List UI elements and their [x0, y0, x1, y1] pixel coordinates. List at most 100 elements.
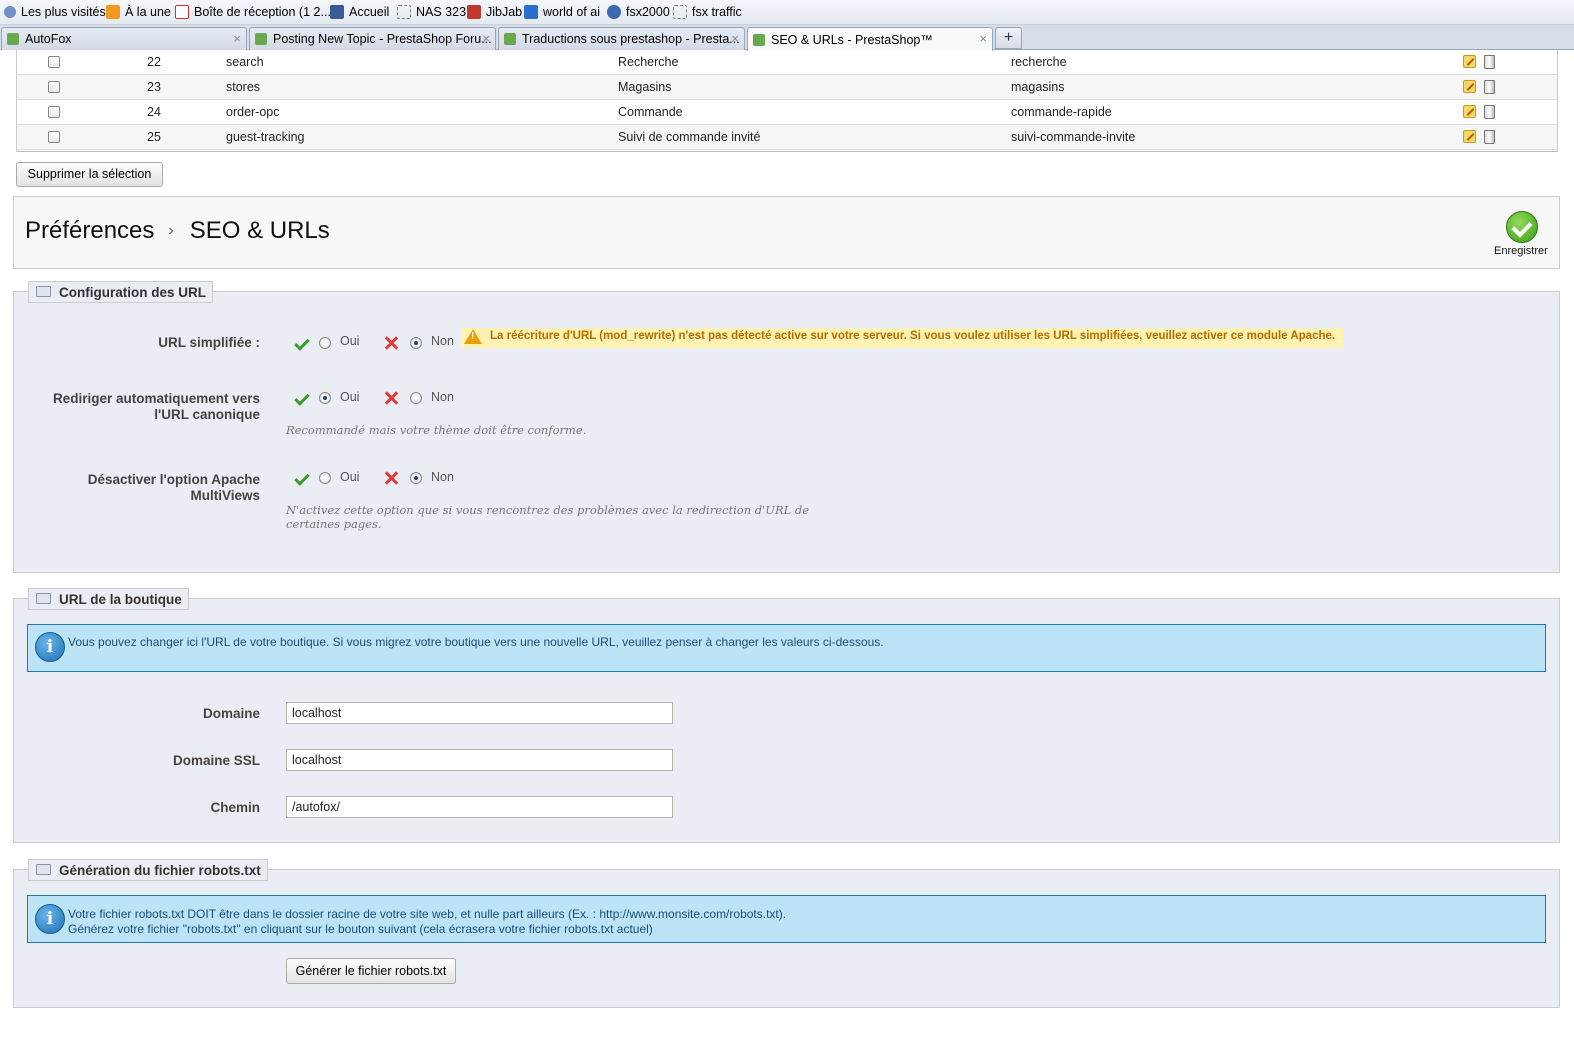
fsx-icon [607, 5, 621, 19]
table-row: 23 stores Magasins magasins [17, 75, 1557, 100]
row-page: stores [226, 80, 261, 94]
table-row: 24 order-opc Commande commande-rapide [17, 100, 1557, 125]
edit-icon[interactable] [1463, 80, 1476, 93]
path-label: Chemin [210, 800, 260, 815]
keyboard-icon [36, 286, 51, 297]
url-config-fieldset: Configuration des URL URL simplifiée : O… [13, 281, 1560, 573]
delete-icon[interactable] [1484, 105, 1495, 119]
row-checkbox[interactable] [48, 56, 60, 68]
tab-autofox[interactable]: AutoFox × [1, 27, 247, 50]
shop-url-info-box: i Vous pouvez changer ici l'URL de votre… [27, 624, 1546, 672]
facebook-icon [330, 5, 344, 19]
canonical-radio-yes[interactable] [319, 392, 331, 404]
new-tab-button[interactable]: + [995, 27, 1022, 49]
row-rewrite: suivi-commande-invite [1011, 130, 1136, 144]
ssl-domain-input[interactable]: localhost [286, 749, 673, 771]
canonical-radio-no[interactable] [410, 392, 422, 404]
radio-label-no: Non [431, 390, 454, 404]
row-title: Commande [618, 105, 683, 119]
generate-robots-button[interactable]: Générer le fichier robots.txt [286, 958, 456, 984]
bookmark-accueil[interactable]: Accueil [330, 4, 389, 20]
bookmarks-toolbar: Les plus visités À la une Boîte de récep… [0, 0, 1574, 25]
no-cross-icon [384, 336, 398, 350]
bookmark-gmail[interactable]: Boîte de réception (1 2... [175, 4, 331, 20]
meta-table: 22 search Recherche recherche 23 stores … [16, 50, 1558, 152]
row-page: order-opc [226, 105, 280, 119]
row-page: search [226, 55, 264, 69]
url-config-legend: Configuration des URL [28, 281, 213, 303]
multiviews-radio-no[interactable] [410, 472, 422, 484]
page-title: SEO & URLs [189, 217, 330, 244]
no-cross-icon [384, 471, 398, 485]
radio-label-no: Non [431, 470, 454, 484]
row-id: 23 [147, 80, 161, 94]
close-tab-icon[interactable]: × [979, 31, 987, 46]
bookmark-fsx2000[interactable]: fsx2000 [607, 4, 670, 20]
canonical-hint: Recommandé mais votre thème doit être co… [286, 423, 587, 437]
keyboard-icon [36, 593, 51, 604]
most-visited-icon [4, 6, 16, 18]
gmail-icon [175, 5, 189, 19]
page-header: Préférences › SEO & URLs Enregistrer [13, 196, 1560, 269]
robots-fieldset: Génération du fichier robots.txt i Votre… [13, 859, 1560, 1008]
multiviews-label: Désactiver l'option Apache MultiViews [87, 472, 260, 503]
edit-icon[interactable] [1463, 105, 1476, 118]
mod-rewrite-warning: La réécriture d'URL (mod_rewrite) n'est … [461, 328, 1344, 348]
yes-check-icon [294, 335, 310, 351]
friendly-url-radio-yes[interactable] [319, 337, 331, 349]
delete-icon[interactable] [1484, 55, 1495, 69]
radio-label-yes: Oui [340, 470, 360, 484]
bookmark-fsx-traffic[interactable]: fsx traffic [673, 4, 742, 20]
no-cross-icon [384, 391, 398, 405]
robots-info-box: i Votre fichier robots.txt DOIT être dan… [27, 895, 1546, 943]
friendly-url-radio-no[interactable] [410, 337, 422, 349]
close-tab-icon[interactable]: × [731, 31, 739, 46]
tab-traductions[interactable]: Traductions sous prestashop - Presta... × [498, 27, 745, 50]
prestashop-favicon-icon [255, 33, 267, 45]
bookmark-jibjab[interactable]: JibJab [467, 4, 522, 20]
flag-icon [524, 5, 538, 19]
radio-label-yes: Oui [340, 334, 360, 348]
path-input[interactable]: /autofox/ [286, 796, 673, 818]
ssl-domain-label: Domaine SSL [172, 753, 260, 768]
shop-url-info-text: Vous pouvez changer ici l'URL de votre b… [68, 635, 884, 649]
tab-seo-urls[interactable]: SEO & URLs - PrestaShop™ × [747, 27, 993, 51]
robots-info-text: Votre fichier robots.txt DOIT être dans … [68, 907, 787, 936]
delete-icon[interactable] [1484, 80, 1495, 94]
shop-url-fieldset: URL de la boutique i Vous pouvez changer… [13, 588, 1560, 843]
bookmark-nas[interactable]: NAS 323 [397, 4, 466, 20]
yes-check-icon [294, 470, 310, 486]
canonical-label: Rediriger automatiquement vers l'URL cano… [52, 391, 260, 422]
save-check-icon[interactable] [1506, 211, 1538, 243]
delete-icon[interactable] [1484, 130, 1495, 144]
row-checkbox[interactable] [48, 106, 60, 118]
edit-icon[interactable] [1463, 130, 1476, 143]
close-tab-icon[interactable]: × [482, 31, 490, 46]
friendly-url-label: URL simplifiée : [158, 335, 260, 350]
jibjab-icon [467, 5, 481, 19]
row-rewrite: magasins [1011, 80, 1065, 94]
bookmark-world-of-ai[interactable]: world of ai [524, 4, 600, 20]
radio-label-yes: Oui [340, 390, 360, 404]
row-checkbox[interactable] [48, 81, 60, 93]
row-id: 25 [147, 130, 161, 144]
tab-posting-new-topic[interactable]: Posting New Topic - PrestaShop Foru... × [249, 27, 496, 50]
row-checkbox[interactable] [48, 131, 60, 143]
edit-icon[interactable] [1463, 55, 1476, 68]
yes-check-icon [294, 390, 310, 406]
bookmark-most-visited[interactable]: Les plus visités [4, 4, 106, 20]
bookmark-a-la-une[interactable]: À la une [106, 4, 171, 20]
breadcrumb-separator-icon: › [168, 222, 174, 239]
blank-page-icon [673, 5, 687, 19]
prestashop-favicon-icon [504, 33, 516, 45]
close-tab-icon[interactable]: × [233, 31, 241, 46]
robots-legend: Génération du fichier robots.txt [28, 859, 268, 881]
row-title: Recherche [618, 55, 679, 69]
multiviews-radio-yes[interactable] [319, 472, 331, 484]
save-button-label[interactable]: Enregistrer [1494, 245, 1548, 257]
domain-input[interactable]: localhost [286, 702, 673, 724]
keyboard-icon [36, 864, 51, 875]
tab-bar: AutoFox × Posting New Topic - PrestaShop … [0, 25, 1574, 51]
breadcrumb-parent[interactable]: Préférences [25, 217, 154, 244]
delete-selection-button[interactable]: Supprimer la sélection [16, 162, 163, 187]
